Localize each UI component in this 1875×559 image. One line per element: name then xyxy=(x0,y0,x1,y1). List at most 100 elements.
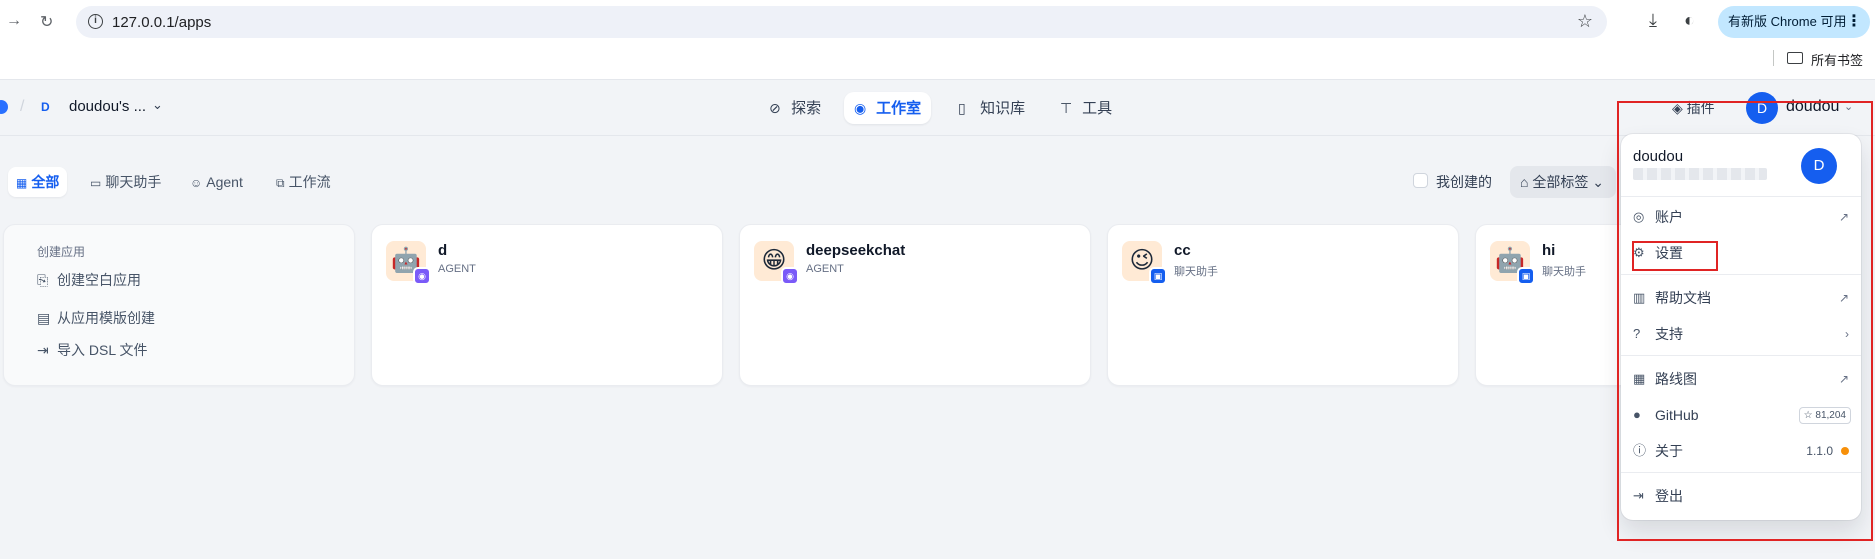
user-menu-trigger[interactable]: D doudou ⌄ xyxy=(1746,92,1858,124)
import-dsl-label: 导入 DSL 文件 xyxy=(57,342,148,358)
filter-tab-agent[interactable]: ☺ Agent xyxy=(182,167,251,197)
version-number: 1.1.0 xyxy=(1806,444,1833,458)
create-from-template-button[interactable]: ▤ 从应用模版创建 xyxy=(37,308,155,328)
chrome-update-label: 有新版 Chrome 可用 xyxy=(1728,14,1847,29)
menu-item-roadmap[interactable]: ▦ 路线图 ↗ xyxy=(1625,364,1857,394)
menu-item-github[interactable]: ● GitHub ☆ 81,204 xyxy=(1625,400,1857,430)
menu-item-logout[interactable]: ⇥ 登出 xyxy=(1625,481,1857,511)
menu-divider xyxy=(1621,355,1861,356)
file-plus-icon: ⎘ xyxy=(37,272,49,288)
url-text[interactable]: 127.0.0.1/apps xyxy=(112,14,211,31)
menu-divider xyxy=(1621,196,1861,197)
menu-account-label: 账户 xyxy=(1655,209,1683,225)
gear-icon: ⚙ xyxy=(1633,245,1645,260)
app-card-d[interactable]: 🤖 ◉ d AGENT xyxy=(371,224,723,386)
app-type: AGENT xyxy=(438,263,476,275)
robot-icon: ◉ xyxy=(854,100,867,116)
user-name: doudou xyxy=(1786,98,1840,115)
all-bookmarks-label: 所有书签 xyxy=(1811,53,1864,68)
menu-user-name: doudou xyxy=(1633,148,1684,165)
menu-divider xyxy=(1621,274,1861,275)
book-open-icon: ▥ xyxy=(1633,290,1646,305)
import-icon: ⇥ xyxy=(37,342,49,358)
app-type: 聊天助手 xyxy=(1542,266,1586,278)
menu-item-account[interactable]: ◎ 账户 ↗ xyxy=(1625,202,1857,232)
import-dsl-button[interactable]: ⇥ 导入 DSL 文件 xyxy=(37,340,148,360)
user-email-redacted xyxy=(1633,168,1767,180)
app-type: AGENT xyxy=(806,263,844,275)
browser-chrome: → ↻ i 127.0.0.1/apps ☆ ⤓ ◐ 有新版 Chrome 可用… xyxy=(0,0,1875,80)
grid-icon: ▦ xyxy=(16,176,28,190)
menu-item-support[interactable]: ? 支持 › xyxy=(1625,319,1857,349)
agent-badge-icon: ◉ xyxy=(781,267,799,285)
menu-item-about[interactable]: ⓘ 关于 1.1.0 xyxy=(1625,436,1857,466)
template-icon: ▤ xyxy=(37,310,51,326)
app-name: cc xyxy=(1174,242,1191,259)
menu-avatar: D xyxy=(1801,148,1837,184)
create-from-template-label: 从应用模版创建 xyxy=(57,310,155,326)
nav-tools[interactable]: ⊤ 工具 xyxy=(1050,92,1122,124)
menu-item-settings[interactable]: ⚙ 设置 xyxy=(1625,238,1857,268)
plugins-label: 插件 xyxy=(1686,100,1715,116)
logout-icon: ⇥ xyxy=(1633,488,1644,503)
download-icon[interactable]: ⤓ xyxy=(1649,10,1657,31)
breadcrumb-separator: / xyxy=(20,98,25,115)
agent-icon: ☺ xyxy=(190,176,203,190)
filter-tab-all[interactable]: ▦ 全部 xyxy=(8,167,68,197)
filter-tab-workflow[interactable]: ⧉ 工作流 xyxy=(268,167,339,197)
nav-explore-label: 探索 xyxy=(791,100,822,117)
github-icon: ● xyxy=(1633,407,1641,422)
forward-icon[interactable]: → xyxy=(6,12,22,30)
chat-badge-icon: ▣ xyxy=(1517,267,1535,285)
menu-settings-label: 设置 xyxy=(1655,245,1683,261)
filter-agent-label: Agent xyxy=(206,174,243,190)
app-name: deepseekchat xyxy=(806,242,906,259)
app-card-deepseekchat[interactable]: 😁 ◉ deepseekchat AGENT xyxy=(739,224,1091,386)
created-by-me-checkbox[interactable] xyxy=(1413,173,1428,188)
create-app-card: 创建应用 ⎘ 创建空白应用 ▤ 从应用模版创建 ⇥ 导入 DSL 文件 xyxy=(3,224,355,386)
create-app-title: 创建应用 xyxy=(37,245,86,259)
more-menu-icon[interactable]: ⋮ xyxy=(1846,6,1862,38)
nav-knowledge[interactable]: ▯ 知识库 xyxy=(948,92,1035,124)
create-blank-app-button[interactable]: ⎘ 创建空白应用 xyxy=(37,270,141,290)
app-card-cc[interactable]: 😉 ▣ cc 聊天助手 xyxy=(1107,224,1459,386)
info-icon: ⓘ xyxy=(1633,443,1647,458)
nav-tools-label: 工具 xyxy=(1082,100,1113,117)
tags-filter-select[interactable]: ⌂ 全部标签 ⌄ xyxy=(1510,166,1616,198)
filter-workflow-label: 工作流 xyxy=(288,174,331,190)
plugins-button[interactable]: ◈ 插件 xyxy=(1672,98,1715,118)
menu-help-label: 帮助文档 xyxy=(1655,290,1711,306)
app-logo[interactable] xyxy=(0,100,8,114)
workflow-icon: ⧉ xyxy=(276,176,285,190)
avatar: D xyxy=(1746,92,1778,124)
menu-item-help-docs[interactable]: ▥ 帮助文档 ↗ xyxy=(1625,283,1857,313)
site-info-icon[interactable]: i xyxy=(88,14,103,29)
cube-icon: ◈ xyxy=(1672,100,1687,116)
chevron-down-icon[interactable]: ⌄ xyxy=(152,97,163,113)
menu-github-label: GitHub xyxy=(1655,407,1699,423)
create-blank-app-label: 创建空白应用 xyxy=(57,272,141,288)
tags-filter-label: 全部标签 xyxy=(1532,174,1589,190)
menu-logout-label: 登出 xyxy=(1655,488,1683,504)
nav-studio[interactable]: ◉ 工作室 xyxy=(844,92,932,124)
chrome-update-button[interactable]: 有新版 Chrome 可用 ⋮ xyxy=(1718,6,1870,38)
profile-icon[interactable]: ◐ xyxy=(1684,10,1695,31)
nav-studio-label: 工作室 xyxy=(876,100,922,117)
external-link-icon: ↗ xyxy=(1838,210,1849,224)
user-circle-icon: ◎ xyxy=(1633,209,1645,224)
folder-icon xyxy=(1787,52,1803,64)
agent-badge-icon: ◉ xyxy=(413,267,431,285)
filter-tab-chat[interactable]: ▭ 聊天助手 xyxy=(82,167,169,197)
workspace-switcher[interactable]: doudou's ... xyxy=(69,98,146,115)
nav-explore[interactable]: ⊘ 探索 xyxy=(759,92,831,124)
menu-about-label: 关于 xyxy=(1655,443,1683,459)
reload-icon[interactable]: ↻ xyxy=(40,12,53,32)
address-bar[interactable]: i 127.0.0.1/apps ☆ xyxy=(76,6,1607,38)
bookmark-star-icon[interactable]: ☆ xyxy=(1577,11,1593,32)
app-header: / D doudou's ... ⌄ ⊘ 探索 ◉ 工作室 ▯ 知识库 ⊤ 工具… xyxy=(0,80,1875,136)
workspace-badge: D xyxy=(41,100,50,114)
question-circle-icon: ? xyxy=(1633,326,1641,341)
book-icon: ▯ xyxy=(958,100,966,116)
compass-icon: ⊘ xyxy=(769,100,781,116)
user-dropdown-menu: doudou D ◎ 账户 ↗ ⚙ 设置 ▥ 帮助文档 ↗ ? 支持 › ▦ 路… xyxy=(1621,134,1861,520)
